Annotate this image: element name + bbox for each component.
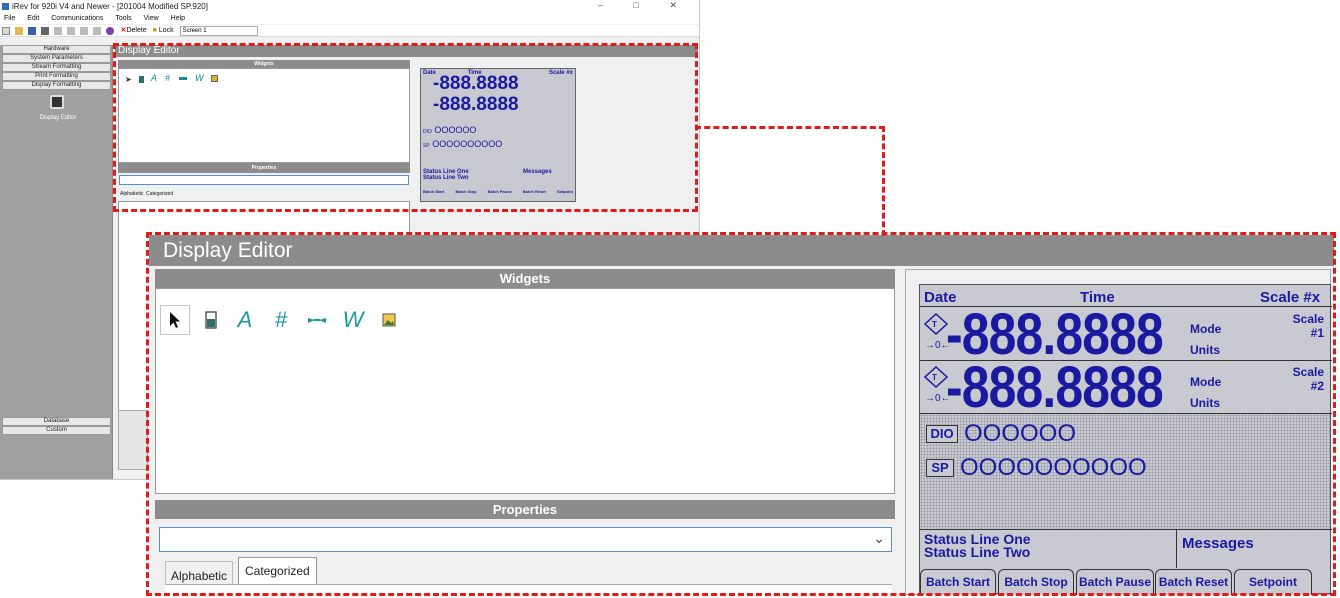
undo-icon[interactable] [53, 27, 62, 35]
title-bar: iRev for 920i V4 and Newer - [201004 Mod… [0, 0, 699, 13]
callout-connector [695, 126, 885, 236]
lock-button[interactable]: ■ Lock [153, 25, 174, 37]
lock-label: Lock [158, 27, 174, 34]
nav-system-parameters[interactable]: System Parameters [2, 54, 111, 63]
save-icon[interactable] [27, 27, 36, 35]
cut-icon[interactable] [66, 27, 75, 35]
delete-button[interactable]: ✕Delete [121, 25, 147, 37]
open-folder-icon[interactable] [14, 27, 23, 35]
callout-zoom-frame [146, 232, 1336, 596]
nav-stream-formatting[interactable]: Stream Formatting [2, 63, 111, 72]
app-icon [2, 3, 9, 10]
toolbar: ✕Delete ■ Lock Screen 1 [0, 25, 699, 37]
display-editor-nav-label[interactable]: Display Editor [30, 115, 86, 121]
menu-communications[interactable]: Communications [51, 15, 103, 22]
paste-icon[interactable] [92, 27, 101, 35]
screen-select[interactable]: Screen 1 [179, 26, 258, 36]
nav-hardware[interactable]: Hardware [2, 45, 111, 54]
nav-custom[interactable]: Custom [2, 426, 111, 435]
window-title: iRev for 920i V4 and Newer - [201004 Mod… [12, 2, 208, 11]
menu-tools[interactable]: Tools [115, 15, 131, 22]
connect-icon[interactable] [105, 27, 114, 35]
callout-source-frame [113, 43, 698, 212]
small-side-panel [118, 410, 148, 470]
menu-view[interactable]: View [144, 15, 159, 22]
nav-display-formatting[interactable]: Display Formatting [2, 81, 111, 90]
print-icon[interactable] [40, 27, 49, 35]
copy-icon[interactable] [79, 27, 88, 35]
menu-edit[interactable]: Edit [27, 15, 39, 22]
menu-help[interactable]: Help [171, 15, 185, 22]
menu-file[interactable]: File [4, 15, 15, 22]
display-editor-icon[interactable] [50, 95, 64, 109]
nav-print-formatting[interactable]: Print Formatting [2, 72, 111, 81]
new-file-icon[interactable] [2, 27, 10, 35]
nav-database[interactable]: Database [2, 417, 111, 426]
lock-icon: ■ [152, 27, 157, 34]
delete-label: Delete [126, 27, 147, 34]
menu-bar: File Edit Communications Tools View Help [0, 13, 699, 24]
window-controls[interactable]: – □ ✕ [598, 0, 691, 11]
navigation-panel: Hardware System Parameters Stream Format… [0, 45, 113, 479]
